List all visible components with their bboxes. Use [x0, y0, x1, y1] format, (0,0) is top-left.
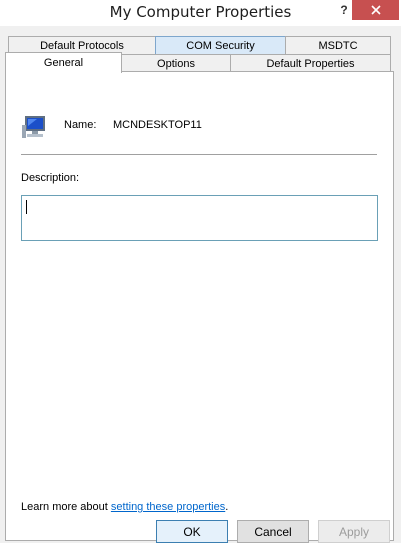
tab-label: Default Protocols	[40, 39, 124, 52]
title-bar: My Computer Properties ?	[0, 0, 401, 26]
general-tab-panel: Name: MCNDESKTOP11 Description: Learn mo…	[5, 71, 394, 541]
learn-more-suffix: .	[225, 501, 229, 513]
cancel-button[interactable]: Cancel	[237, 520, 309, 543]
tab-label: Options	[157, 57, 195, 70]
tab-label: COM Security	[186, 39, 255, 52]
learn-more-link[interactable]: setting these properties	[111, 501, 225, 513]
description-input[interactable]	[21, 195, 378, 241]
tab-default-properties[interactable]: Default Properties	[230, 54, 391, 72]
apply-button[interactable]: Apply	[318, 520, 390, 543]
tab-label: General	[43, 57, 84, 69]
close-icon	[370, 5, 381, 15]
close-button[interactable]	[352, 0, 399, 20]
learn-more-text: Learn more about setting these propertie…	[21, 501, 228, 513]
tab-com-security[interactable]: COM Security	[155, 36, 286, 54]
ok-button[interactable]: OK	[156, 520, 228, 543]
tab-general[interactable]: General	[5, 52, 122, 73]
tab-label: MSDTC	[318, 39, 358, 52]
tab-options[interactable]: Options	[121, 54, 231, 72]
properties-dialog: Default Protocols COM Security MSDTC Gen…	[0, 26, 401, 543]
computer-name-value: MCNDESKTOP11	[113, 119, 202, 131]
name-label: Name:	[64, 119, 97, 131]
description-label: Description:	[21, 172, 80, 184]
tab-label: Default Properties	[266, 57, 355, 70]
divider	[21, 154, 377, 155]
tab-msdtc[interactable]: MSDTC	[285, 36, 391, 54]
learn-more-prefix: Learn more about	[21, 501, 111, 513]
text-caret	[26, 200, 27, 214]
help-icon: ?	[340, 3, 348, 17]
computer-monitor-icon	[22, 116, 45, 138]
